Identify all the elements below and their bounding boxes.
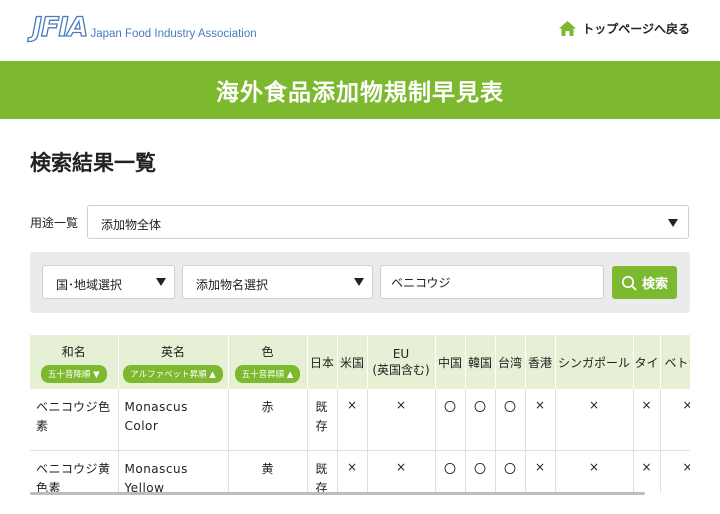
logo-text: Japan Food Industry Association bbox=[90, 28, 257, 40]
table-row[interactable]: ベニコウジ黄色素 Monascus Yellow 黄 既存 × × 〇 〇 〇 … bbox=[30, 450, 690, 493]
cell-en-name: Monascus Yellow bbox=[118, 450, 229, 493]
table-row[interactable]: ベニコウジ色素 Monascus Color 赤 既存 × × 〇 〇 〇 × … bbox=[30, 389, 690, 451]
jfia-logo[interactable]: JFIA Japan Food Industry Association bbox=[31, 12, 257, 43]
col-eu: EU (英国含む) bbox=[367, 335, 436, 389]
region-select[interactable]: 国･地域選択 bbox=[42, 265, 175, 299]
jp-name-sort-button[interactable]: 五十音降順 ▼ bbox=[40, 365, 107, 383]
col-usa: 米国 bbox=[337, 335, 368, 389]
cell-color: 赤 bbox=[228, 389, 308, 451]
cell-japan: 既存 bbox=[307, 389, 338, 451]
cell-color: 黄 bbox=[228, 450, 308, 493]
cell-usa: × bbox=[337, 389, 368, 451]
col-korea: 韓国 bbox=[465, 335, 496, 389]
col-hongkong: 香港 bbox=[525, 335, 556, 389]
col-jp-name: 和名 五十音降順 ▼ bbox=[30, 335, 119, 389]
cell-singapore: × bbox=[555, 450, 634, 493]
cell-china: 〇 bbox=[435, 389, 466, 451]
page-title: 検索結果一覧 bbox=[30, 151, 156, 175]
col-japan: 日本 bbox=[307, 335, 338, 389]
caret-down-icon bbox=[354, 278, 364, 286]
home-icon bbox=[559, 21, 577, 36]
col-color: 色 五十音昇順 ▲ bbox=[228, 335, 308, 389]
cell-jp-name: ベニコウジ黄色素 bbox=[30, 450, 119, 493]
cell-korea: 〇 bbox=[465, 389, 496, 451]
logo-mark: JFIA bbox=[31, 12, 89, 43]
search-icon bbox=[621, 275, 637, 290]
col-singapore: シンガポール bbox=[555, 335, 634, 389]
cell-taiwan: 〇 bbox=[495, 389, 526, 451]
color-sort-button[interactable]: 五十音昇順 ▲ bbox=[234, 365, 301, 383]
table-header-row: 和名 五十音降順 ▼ 英名 アルファベット昇順 ▲ 色 五十音昇順 ▲ 日本 米… bbox=[30, 335, 690, 389]
usage-label: 用途一覧 bbox=[30, 216, 79, 230]
search-button-label: 検索 bbox=[641, 277, 668, 292]
cell-en-name: Monascus Color bbox=[118, 389, 229, 451]
col-china: 中国 bbox=[435, 335, 466, 389]
col-color-label: 色 bbox=[261, 345, 274, 359]
col-thailand: タイ bbox=[633, 335, 661, 389]
search-input[interactable] bbox=[380, 265, 604, 299]
cell-china: 〇 bbox=[435, 450, 466, 493]
additive-select[interactable]: 添加物名選択 bbox=[182, 265, 373, 299]
cell-hongkong: × bbox=[525, 450, 556, 493]
caret-down-icon bbox=[668, 219, 678, 227]
additive-select-value: 添加物名選択 bbox=[196, 278, 269, 292]
results-table: 和名 五十音降順 ▼ 英名 アルファベット昇順 ▲ 色 五十音昇順 ▲ 日本 米… bbox=[30, 335, 690, 493]
site-header: JFIA Japan Food Industry Association トップ… bbox=[0, 0, 720, 61]
usage-select-value: 添加物全体 bbox=[101, 218, 162, 232]
col-vietnam: ベトナ bbox=[660, 335, 690, 389]
horizontal-scrollbar[interactable] bbox=[30, 492, 645, 495]
usage-select[interactable]: 添加物全体 bbox=[87, 205, 689, 239]
region-select-value: 国･地域選択 bbox=[56, 278, 123, 292]
col-taiwan: 台湾 bbox=[495, 335, 526, 389]
banner-title: 海外食品添加物規制早見表 bbox=[216, 80, 504, 106]
cell-singapore: × bbox=[555, 389, 634, 451]
col-en-name-label: 英名 bbox=[160, 345, 185, 359]
search-button[interactable]: 検索 bbox=[612, 266, 677, 299]
en-name-sort-button[interactable]: アルファベット昇順 ▲ bbox=[123, 365, 223, 383]
cell-usa: × bbox=[337, 450, 368, 493]
cell-taiwan: 〇 bbox=[495, 450, 526, 493]
top-page-link-label: トップページへ戻る bbox=[582, 22, 690, 36]
top-page-link[interactable]: トップページへ戻る bbox=[559, 20, 690, 37]
cell-vietnam: × bbox=[660, 389, 690, 451]
cell-vietnam: × bbox=[660, 450, 690, 493]
filter-bar: 国･地域選択 添加物名選択 検索 bbox=[30, 252, 690, 313]
cell-hongkong: × bbox=[525, 389, 556, 451]
cell-jp-name: ベニコウジ色素 bbox=[30, 389, 119, 451]
col-eu-note: (英国含む) bbox=[372, 362, 430, 377]
cell-thailand: × bbox=[633, 389, 661, 451]
col-jp-name-label: 和名 bbox=[61, 345, 86, 359]
col-en-name: 英名 アルファベット昇順 ▲ bbox=[118, 335, 229, 389]
col-eu-label: EU bbox=[392, 346, 410, 361]
cell-eu: × bbox=[367, 450, 436, 493]
caret-down-icon bbox=[156, 278, 166, 286]
cell-japan: 既存 bbox=[307, 450, 338, 493]
cell-thailand: × bbox=[633, 450, 661, 493]
title-banner: 海外食品添加物規制早見表 bbox=[0, 61, 720, 119]
cell-korea: 〇 bbox=[465, 450, 496, 493]
cell-eu: × bbox=[367, 389, 436, 451]
